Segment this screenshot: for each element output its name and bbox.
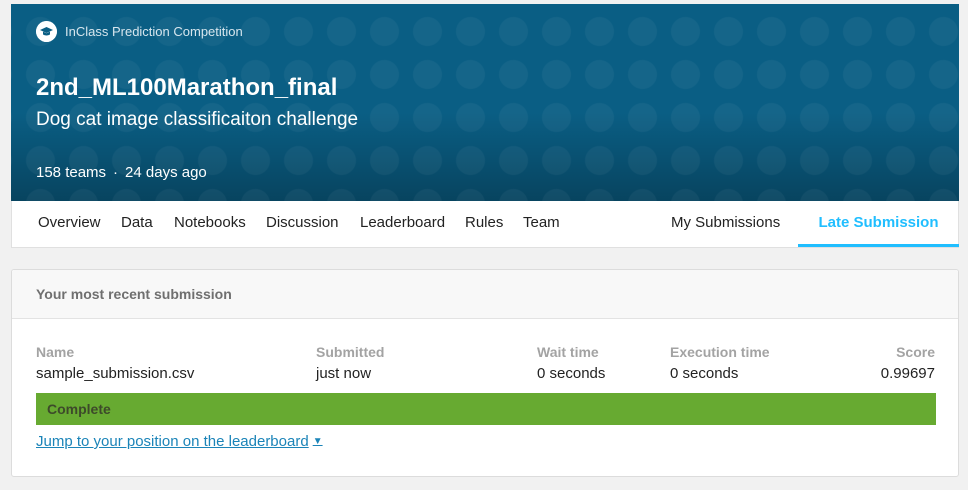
graduation-cap-icon (36, 21, 57, 42)
tab-data[interactable]: Data (121, 201, 153, 247)
submitted-value: just now (316, 365, 372, 382)
jump-to-leaderboard-link[interactable]: Jump to your position on the leaderboard… (36, 433, 323, 450)
score-column: Score 0.99697 (881, 344, 935, 383)
team-count[interactable]: 158 teams (36, 164, 106, 181)
submitted-label: Submitted (316, 344, 385, 360)
submitted-column: Submitted just now (316, 344, 384, 383)
wait-time-value: 0 seconds (537, 365, 606, 382)
submission-name-column: Name sample_submission.csv (36, 344, 194, 383)
tab-leaderboard[interactable]: Leaderboard (360, 201, 445, 247)
tab-notebooks[interactable]: Notebooks (174, 201, 246, 247)
status-complete-bar: Complete (36, 393, 936, 425)
competition-tabs: Overview Data Notebooks Discussion Leade… (11, 201, 959, 248)
recent-submission-card: Your most recent submission Name sample_… (11, 269, 959, 477)
competition-kind: InClass Prediction Competition (36, 21, 243, 42)
wait-time-label: Wait time (537, 344, 599, 360)
competition-subtitle: Dog cat image classificaiton challenge (36, 109, 359, 130)
chevron-down-icon[interactable]: ▼ (313, 436, 323, 447)
score-label: Score (896, 344, 935, 360)
submission-file-name: sample_submission.csv (36, 365, 195, 382)
wait-time-column: Wait time 0 seconds (537, 344, 605, 383)
jump-link-label[interactable]: Jump to your position on the leaderboard (36, 433, 309, 450)
recent-submission-header: Your most recent submission (12, 270, 958, 319)
tab-overview[interactable]: Overview (38, 201, 101, 247)
submission-name-label: Name (36, 344, 75, 360)
meta-separator: · (113, 164, 119, 181)
tab-discussion[interactable]: Discussion (266, 201, 339, 247)
competition-header: InClass Prediction Competition 2nd_ML100… (11, 4, 959, 201)
tab-rules[interactable]: Rules (465, 201, 503, 247)
competition-meta: 158 teams · 24 days ago (36, 164, 207, 181)
execution-time-value: 0 seconds (670, 365, 739, 382)
competition-title: 2nd_ML100Marathon_final (36, 74, 338, 101)
execution-time-label: Execution time (670, 344, 770, 360)
score-value: 0.99697 (880, 365, 935, 382)
tab-my-submissions[interactable]: My Submissions (671, 201, 780, 247)
execution-time-column: Execution time 0 seconds (670, 344, 770, 383)
tab-team[interactable]: Team (523, 201, 560, 247)
tab-late-submission[interactable]: Late Submission (798, 201, 959, 247)
competition-age: 24 days ago (125, 164, 207, 181)
competition-kind-label: InClass Prediction Competition (65, 24, 243, 39)
